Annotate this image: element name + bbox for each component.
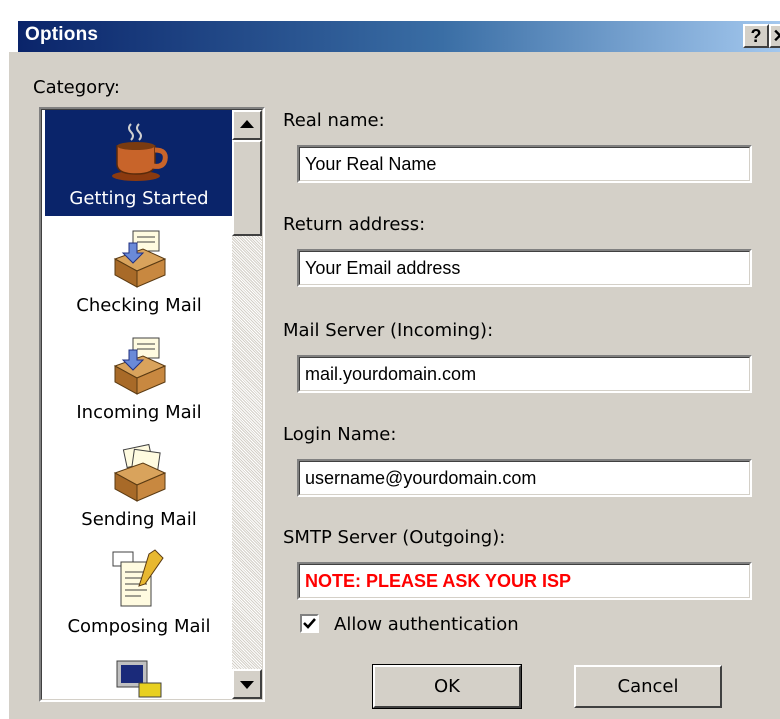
scroll-thumb[interactable] bbox=[232, 140, 262, 236]
login-name-input[interactable] bbox=[299, 461, 750, 495]
allow-authentication-checkbox[interactable] bbox=[300, 614, 319, 633]
category-item-checking-mail[interactable]: Checking Mail bbox=[45, 217, 233, 323]
mail-inbox-icon bbox=[113, 230, 167, 288]
ok-button[interactable]: OK bbox=[372, 664, 522, 709]
return-address-label: Return address: bbox=[283, 214, 426, 235]
login-name-field-frame bbox=[297, 459, 752, 497]
title-bar-fill bbox=[18, 21, 780, 52]
mail-server-field-frame bbox=[297, 355, 752, 393]
category-item-incoming-mail[interactable]: Incoming Mail bbox=[45, 324, 233, 430]
category-item-getting-started[interactable]: Getting Started bbox=[45, 110, 233, 216]
return-address-input[interactable] bbox=[299, 251, 750, 285]
category-item-label: Checking Mail bbox=[76, 295, 202, 316]
category-item-label: Getting Started bbox=[69, 188, 209, 209]
cancel-button[interactable]: Cancel bbox=[574, 665, 722, 708]
category-item-label: Composing Mail bbox=[67, 616, 211, 637]
title-bar[interactable]: Options ? ✕ bbox=[9, 0, 780, 52]
category-list-inner: Getting Started Checking Mail Incoming M… bbox=[41, 109, 263, 700]
help-button[interactable]: ? bbox=[743, 24, 769, 48]
category-item-partial[interactable] bbox=[45, 645, 233, 699]
real-name-field-frame bbox=[297, 145, 752, 183]
smtp-server-input[interactable] bbox=[299, 564, 750, 598]
mail-inbox-icon bbox=[113, 337, 167, 395]
computer-icon bbox=[116, 660, 162, 698]
category-item-label: Sending Mail bbox=[81, 509, 197, 530]
window-title: Options bbox=[25, 24, 99, 45]
check-icon bbox=[303, 618, 316, 629]
smtp-server-field-frame bbox=[297, 562, 752, 600]
login-name-label: Login Name: bbox=[283, 424, 397, 445]
close-button[interactable]: ✕ bbox=[769, 24, 780, 48]
real-name-input[interactable] bbox=[299, 147, 750, 181]
category-scrollbar[interactable] bbox=[232, 110, 262, 699]
scroll-down-button[interactable] bbox=[232, 669, 262, 699]
category-item-composing-mail[interactable]: Composing Mail bbox=[45, 538, 233, 644]
real-name-label: Real name: bbox=[283, 110, 385, 131]
options-dialog: Options ? ✕ Category: Getting Started bbox=[0, 0, 780, 719]
scroll-up-button[interactable] bbox=[232, 110, 262, 140]
category-label: Category: bbox=[33, 77, 120, 98]
mail-outbox-icon bbox=[113, 443, 167, 502]
category-item-sending-mail[interactable]: Sending Mail bbox=[45, 431, 233, 537]
category-list[interactable]: Getting Started Checking Mail Incoming M… bbox=[39, 107, 265, 702]
notepad-pencil-icon bbox=[112, 549, 164, 607]
return-address-field-frame bbox=[297, 249, 752, 287]
mail-server-input[interactable] bbox=[299, 357, 750, 391]
smtp-server-label: SMTP Server (Outgoing): bbox=[283, 527, 506, 548]
allow-authentication-label[interactable]: Allow authentication bbox=[334, 614, 519, 635]
category-item-label: Incoming Mail bbox=[76, 402, 202, 423]
coffee-cup-icon bbox=[112, 123, 168, 181]
arrow-down-icon bbox=[240, 681, 254, 689]
arrow-up-icon bbox=[240, 120, 254, 128]
mail-server-label: Mail Server (Incoming): bbox=[283, 320, 494, 341]
